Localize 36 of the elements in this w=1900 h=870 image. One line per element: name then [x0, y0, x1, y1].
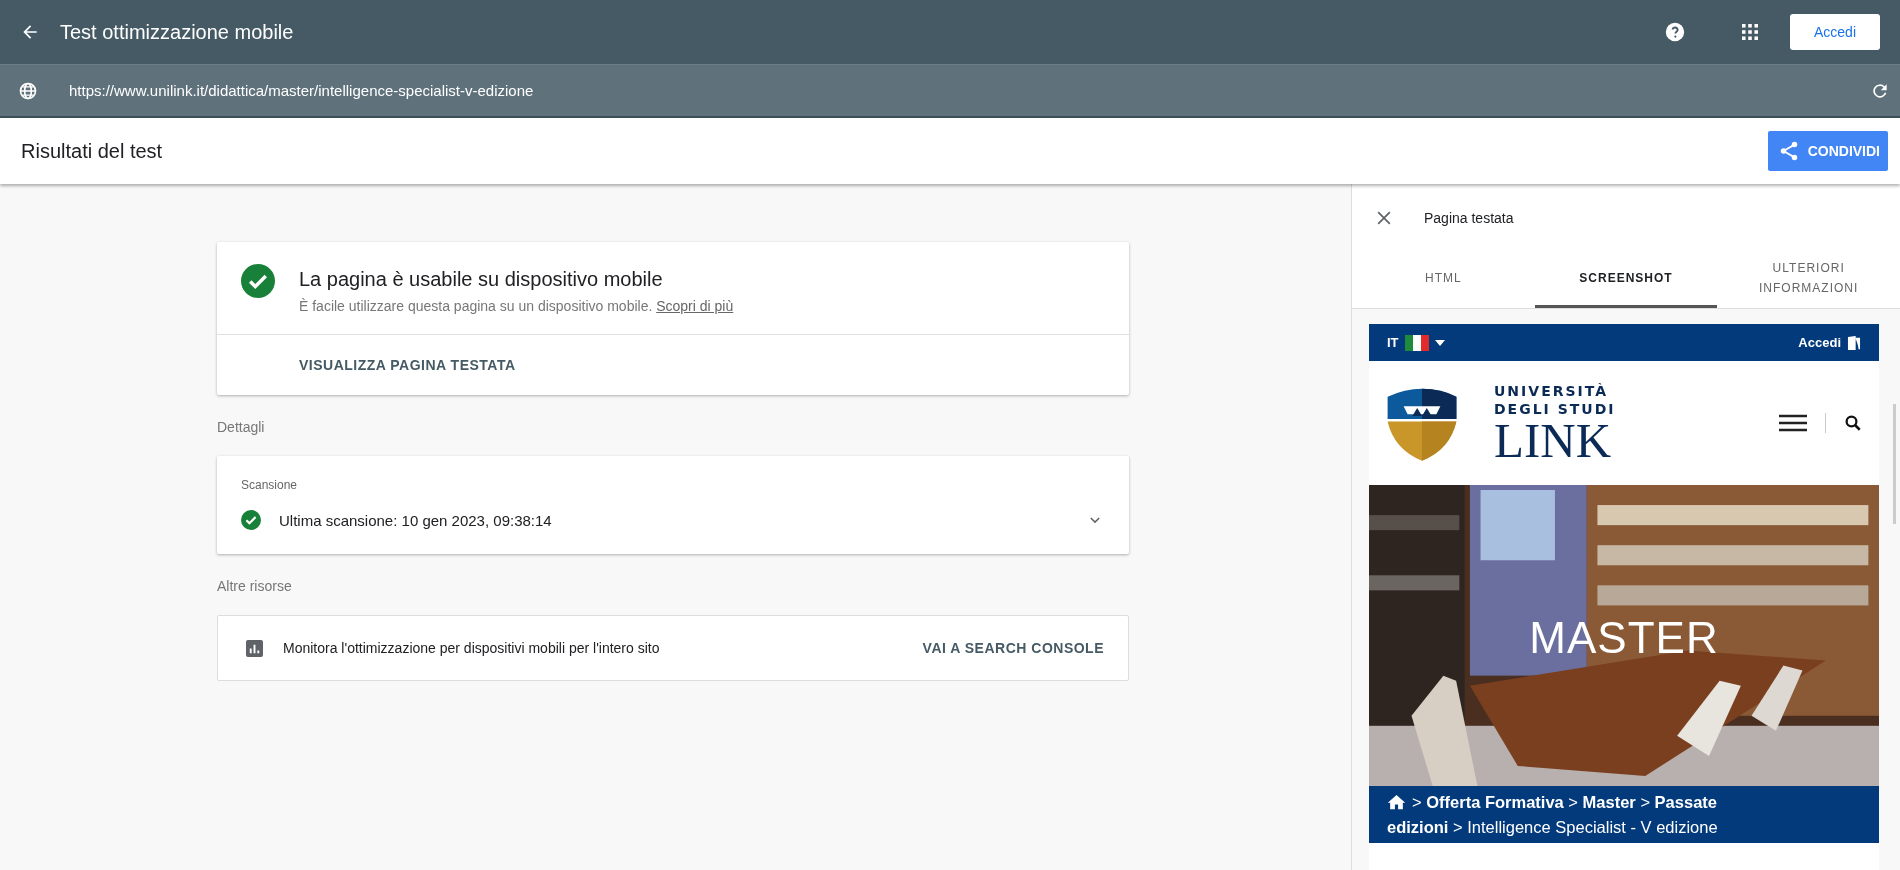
view-tested-page-button[interactable]: VISUALIZZA PAGINA TESTATA — [299, 347, 516, 383]
language-label: IT — [1387, 335, 1399, 350]
section-heading: Dettagli — [217, 418, 266, 437]
panel-title: Pagina testata — [1424, 210, 1514, 226]
logo-text: LINK — [1494, 418, 1612, 464]
hero-title: MASTER — [1529, 613, 1719, 663]
menu-icon[interactable] — [1779, 414, 1807, 432]
card-title: Scansione — [241, 478, 299, 492]
door-icon — [1847, 335, 1861, 350]
tab[interactable]: HTML — [1352, 250, 1535, 308]
logo-text: UNIVERSITÀ — [1494, 382, 1610, 400]
url-field[interactable]: https://www.unilink.it/didattica/master/intelligence-specialist-v-edizione — [0, 64, 1900, 118]
bar-chart-icon — [246, 639, 263, 657]
crawl-date: Ultima scansione: 10 gen 2023, 09:38:14 — [279, 511, 552, 529]
globe-icon — [18, 80, 38, 101]
breadcrumb: > Offerta Formativa > Master > Passate — [1412, 792, 1717, 812]
share-button[interactable]: CONDIVIDI — [1767, 131, 1888, 171]
learn-more-link[interactable]: Scopri di più — [656, 298, 734, 314]
tab[interactable]: ULTERIORI INFORMAZIONI — [1717, 250, 1900, 308]
help-icon[interactable] — [1664, 21, 1686, 43]
apps-grid-icon[interactable] — [1742, 24, 1758, 40]
section-heading: Altre risorse — [217, 577, 293, 596]
search-icon[interactable] — [1844, 414, 1862, 432]
results-title: Risultati del test — [21, 139, 163, 163]
verdict-title: La pagina è usabile su dispositivo mobile — [299, 268, 664, 291]
flag-icon — [1404, 334, 1429, 351]
sign-in-button[interactable]: Accedi — [1790, 14, 1880, 50]
verdict-description: È facile utilizzare questa pagina su un dispositivo mobile. — [299, 298, 653, 314]
site-sign-in-link[interactable]: Accedi — [1798, 335, 1841, 350]
search-console-button[interactable]: VAI A SEARCH CONSOLE — [922, 630, 1104, 666]
app-title: Test ottimizzazione mobile — [60, 20, 294, 44]
logo-text: DEGLI STUDI — [1494, 400, 1616, 418]
home-icon[interactable] — [1387, 794, 1406, 810]
breadcrumb: edizioni > Intelligence Specialist - V edizione — [1387, 817, 1718, 837]
dropdown-icon[interactable] — [1434, 339, 1445, 346]
resource-text: Monitora l'ottimizzazione per dispositivi mobili per l'intero sito — [283, 640, 660, 656]
